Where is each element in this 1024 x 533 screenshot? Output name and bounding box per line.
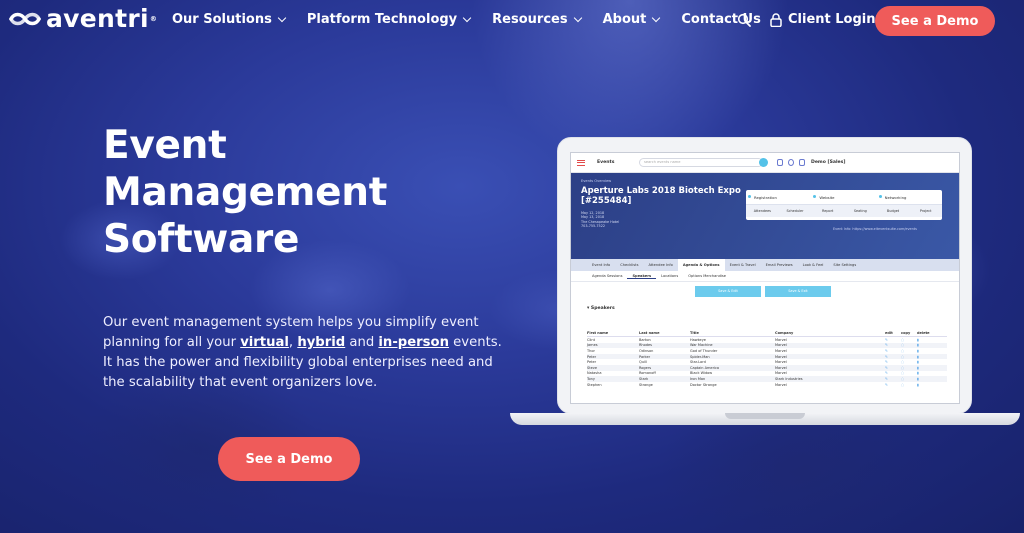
chevron-down-icon [573,13,582,23]
app-buttons: Save & Edit Save & Exit [695,286,959,297]
copy-icon: ◌ [901,382,905,387]
link-virtual[interactable]: virtual [240,335,289,350]
delete-icon: ▮ [917,382,919,387]
table-row: Stephen Strange Doctor Strange Marvel ✎ ◌ ▮ [587,382,947,388]
link-hybrid[interactable]: hybrid [297,335,345,350]
hero-title-line: Event [103,123,227,168]
app-toolbar: Events search events name Demo [Sales] [571,153,959,173]
bookmark-icon [777,159,783,166]
copy-icon: ◌ [901,371,905,376]
event-banner: Events Overview Aperture Labs 2018 Biote… [571,173,959,259]
table-header: First name Last name Title Company edit copy d… [587,329,947,337]
delete-icon: ▮ [917,376,919,381]
copy-icon: ◌ [901,343,905,348]
edit-icon: ✎ [885,371,888,376]
menu-platform-technology[interactable]: Platform Technology [307,12,472,27]
menu-about[interactable]: About [603,12,661,27]
edit-icon: ✎ [885,376,888,381]
speakers-table: First name Last name Title Company edit copy d… [587,329,947,387]
table-row: Peter Quill Star-Lord Marvel ✎ ◌ ▮ [587,359,947,365]
app-tabs: Event Info Checklists Attendee Info Agenda … [571,259,959,271]
copy-icon: ◌ [901,354,905,359]
speakers-heading: ▾ Speakers [587,306,615,311]
delete-icon: ▮ [917,360,919,365]
app-events-label: Events [597,160,615,165]
delete-icon: ▮ [917,354,919,359]
delete-icon: ▮ [917,343,919,348]
laptop-notch [725,413,805,419]
table-row: James Rhodes War Machine Marvel ✎ ◌ ▮ [587,342,947,349]
table-row: Tony Stark Iron Man Stark Industries ✎ ◌ ▮ [587,376,947,382]
main-menu: Our Solutions Platform Technology Resour… [172,12,783,27]
delete-icon: ▮ [917,371,919,376]
laptop-lid: Events search events name Demo [Sales] E… [557,137,972,414]
see-demo-hero-button[interactable]: See a Demo [218,437,360,481]
copy-icon: ◌ [901,365,905,370]
laptop-mockup: Events search events name Demo [Sales] E… [510,137,1020,431]
client-login-label: Client Login [788,12,876,27]
event-title: Aperture Labs 2018 Biotech Expo [#255484… [581,186,741,206]
app-demo-label: Demo [Sales] [811,160,846,165]
event-panel: Registration Website Networking Attendees S… [746,190,942,220]
app-subtabs: Agenda Sessions Speakers Locations Options … [571,271,959,282]
logo-text: aventri® [46,4,158,33]
app-screenshot: Events search events name Demo [Sales] E… [570,152,960,404]
hero-title: Event Management Software [103,122,387,263]
event-info-link: Event Info: https://www.eiteventsuite.co… [833,227,917,231]
chevron-down-icon [462,13,472,23]
link-in-person[interactable]: in-person [378,335,449,350]
aventri-logo[interactable]: aventri® [8,4,158,33]
logo-mark-icon [9,12,41,26]
lock-icon [770,12,782,27]
edit-icon: ✎ [885,382,888,387]
table-row: Peter Parker Spider-Man Marvel ✎ ◌ ▮ [587,353,947,360]
client-login-link[interactable]: Client Login [770,12,876,27]
app-breadcrumb: Events Overview [581,179,612,183]
app-search: search events name [639,158,763,167]
hero-title-line: Management [103,170,388,215]
edit-icon: ✎ [885,354,888,359]
table-row: Natasha Romanoff Black Widow Marvel ✎ ◌ ▮ [587,371,947,377]
edit-icon: ✎ [885,337,888,342]
edit-icon: ✎ [885,343,888,348]
chevron-down-icon [652,13,661,23]
search-icon[interactable] [737,13,751,27]
edit-icon: ✎ [885,365,888,370]
top-nav: aventri® Our Solutions Platform Technolo… [0,0,1024,42]
event-meta: May 12, 2018 May 13, 2018 The Chesapeake … [581,211,620,229]
hamburger-icon [577,159,585,166]
table-row: Thor Odinson God of Thunder Marvel ✎ ◌ ▮ [587,348,947,354]
edit-icon: ✎ [885,360,888,365]
copy-icon: ◌ [901,360,905,365]
table-row: Steve Rogers Captain America Marvel ✎ ◌ ▮ [587,364,947,371]
delete-icon: ▮ [917,348,919,353]
copy-icon: ◌ [901,337,905,342]
hero-title-line: Software [103,217,300,262]
notification-icon [799,159,805,166]
app-search-icon [759,158,768,167]
delete-icon: ▮ [917,365,919,370]
edit-icon: ✎ [885,348,888,353]
menu-resources[interactable]: Resources [492,12,582,27]
copy-icon: ◌ [901,376,905,381]
delete-icon: ▮ [917,337,919,342]
help-icon [788,159,794,166]
hero-description: Our event management system helps you si… [103,315,502,390]
chevron-down-icon [277,13,287,23]
table-row: Clint Barton Hawkeye Marvel ✎ ◌ ▮ [587,337,947,343]
menu-our-solutions[interactable]: Our Solutions [172,12,287,27]
see-demo-nav-button[interactable]: See a Demo [875,6,995,36]
copy-icon: ◌ [901,348,905,353]
